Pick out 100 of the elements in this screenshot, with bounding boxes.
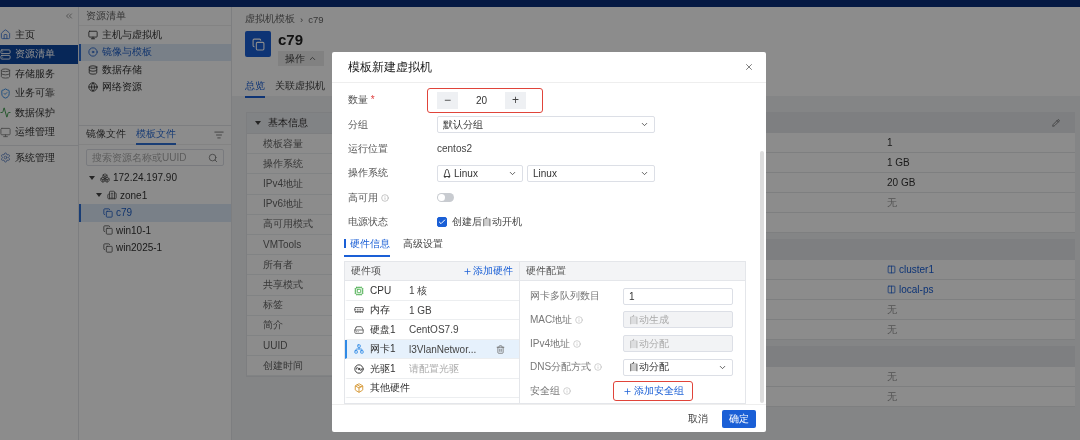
edit-icon[interactable] xyxy=(1052,118,1060,127)
nav-item[interactable]: 运维管理 xyxy=(0,122,78,142)
hardware-row[interactable]: 其他硬件 xyxy=(345,378,519,399)
decrement-button[interactable]: − xyxy=(437,91,458,109)
field-label: 电源状态 xyxy=(347,215,389,230)
cpu-icon xyxy=(354,285,364,296)
hardware-name: CPU xyxy=(354,285,409,297)
nav-icon xyxy=(0,48,11,60)
info-icon xyxy=(575,315,584,324)
chevron-up-icon xyxy=(308,54,317,63)
quantity-stepper[interactable]: − 20 + xyxy=(427,87,543,113)
group-select[interactable]: 默认分组 xyxy=(437,116,655,134)
hardware-row[interactable]: 硬盘1 CentOS7.9 xyxy=(345,320,519,340)
hardware-row[interactable]: CPU 1 核 xyxy=(345,281,519,301)
field-value[interactable]: cluster1 xyxy=(766,260,1075,280)
resource-item[interactable]: 主机与虚拟机 xyxy=(79,26,231,44)
network-icon xyxy=(354,344,364,355)
os-type-select[interactable]: Linux xyxy=(437,164,523,182)
hardware-name: 硬盘1 xyxy=(354,322,409,337)
copy-icon xyxy=(103,242,113,253)
os-version-select[interactable]: Linux xyxy=(527,164,655,182)
tree-item[interactable]: win10-1 xyxy=(79,221,231,239)
search-icon xyxy=(208,152,218,163)
confirm-button[interactable]: 确定 xyxy=(722,409,756,428)
info-icon xyxy=(563,387,571,396)
plus-icon xyxy=(622,386,632,396)
hardware-name: 内存 xyxy=(354,303,409,318)
tree-item[interactable]: c79 xyxy=(79,204,231,222)
columns-icon xyxy=(887,265,896,274)
template-icon xyxy=(245,31,271,57)
nav-icon xyxy=(0,87,11,99)
boxes-icon xyxy=(100,172,110,183)
field-label: 分组 xyxy=(347,117,369,132)
page-tab[interactable]: 关联虚拟机 xyxy=(275,79,325,98)
tree-item[interactable]: 172.24.197.90 xyxy=(79,169,231,187)
action-button[interactable]: 操作 xyxy=(278,51,324,66)
plus-icon xyxy=(463,266,472,276)
info-icon xyxy=(381,193,389,202)
disc-icon xyxy=(88,47,98,58)
file-tab[interactable]: 模板文件 xyxy=(136,125,176,145)
field-value: 1 GB xyxy=(766,153,1075,173)
dialog-tab[interactable]: 高级设置 xyxy=(403,237,443,258)
file-tab[interactable]: 镜像文件 xyxy=(86,125,126,145)
tree-item[interactable]: zone1 xyxy=(79,186,231,204)
location-value: centos2 xyxy=(437,143,473,155)
collapse-icon[interactable] xyxy=(64,11,74,21)
resource-item[interactable]: 网络资源 xyxy=(79,78,231,96)
field-label: IPv4地址 xyxy=(530,336,623,351)
page-title: c79 xyxy=(278,31,305,49)
dns-select[interactable]: 自动分配 xyxy=(623,358,733,376)
tree-item[interactable]: win2025-1 xyxy=(79,239,231,257)
close-icon[interactable] xyxy=(744,62,754,72)
nav-item[interactable]: 主页 xyxy=(0,25,78,45)
nav-item[interactable]: 资源清单 xyxy=(0,44,78,64)
scrollbar[interactable] xyxy=(760,151,764,403)
nav-item[interactable]: 业务可靠 xyxy=(0,83,78,103)
cancel-button[interactable]: 取消 xyxy=(680,409,716,428)
disabled-field: 自动分配 xyxy=(623,335,733,353)
disc-icon xyxy=(354,363,364,374)
field-value[interactable]: local-ps xyxy=(766,280,1075,300)
disabled-field: 自动生成 xyxy=(623,311,733,329)
resource-item[interactable]: 镜像与模板 xyxy=(79,43,231,61)
field-label: 运行位置 xyxy=(347,141,389,156)
increment-button[interactable]: + xyxy=(505,91,526,109)
hardware-value: 请配置光驱 xyxy=(409,361,460,376)
page-tab[interactable]: 总览 xyxy=(245,79,265,98)
penguin-icon xyxy=(443,168,451,178)
add-security-group-button[interactable]: 添加安全组 xyxy=(613,381,693,402)
dialog-title: 模板新建虚拟机 xyxy=(348,59,432,75)
hard-drive-icon xyxy=(354,324,364,335)
queue-count-field[interactable]: 1 xyxy=(623,287,733,305)
nav-item[interactable]: 系统管理 xyxy=(0,148,78,168)
hardware-value: l3VlanNetwor... xyxy=(409,343,478,355)
breadcrumb-item[interactable]: 虚拟机模板 xyxy=(245,12,295,26)
ha-toggle[interactable] xyxy=(437,193,454,203)
hardware-value: CentOS7.9 xyxy=(409,324,460,336)
nav-item[interactable]: 存储服务 xyxy=(0,64,78,84)
delete-icon[interactable] xyxy=(496,344,505,354)
dialog-tab[interactable]: 硬件信息 xyxy=(344,237,390,258)
nav-item[interactable]: 数据保护 xyxy=(0,103,78,123)
nav-icon xyxy=(0,107,11,119)
hardware-name: 光驱1 xyxy=(354,361,409,376)
autostart-checkbox[interactable]: 创建后自动开机 xyxy=(437,215,522,230)
breadcrumb-item[interactable]: c79 xyxy=(308,13,324,25)
hardware-row[interactable]: 内存 1 GB xyxy=(345,300,519,321)
filter-icon[interactable] xyxy=(214,130,224,140)
breadcrumb-separator: › xyxy=(300,13,304,25)
hardware-row[interactable]: 光驱1 请配置光驱 xyxy=(345,359,519,379)
copy-icon xyxy=(103,207,113,218)
hardware-row[interactable]: 网卡1 l3VlanNetwor... xyxy=(345,339,519,360)
hardware-name: 其他硬件 xyxy=(354,381,410,396)
panel-title: 资源清单 xyxy=(79,7,231,26)
nav-icon xyxy=(0,68,11,80)
info-icon xyxy=(594,363,603,372)
quantity-value: 20 xyxy=(474,94,489,106)
field-label: 数量 * xyxy=(347,93,376,108)
field-label: DNS分配方式 xyxy=(530,360,623,375)
hardware-value: 1 GB xyxy=(409,304,433,316)
resource-item[interactable]: 数据存储 xyxy=(79,61,231,79)
hardware-name: 网卡1 xyxy=(354,342,409,357)
